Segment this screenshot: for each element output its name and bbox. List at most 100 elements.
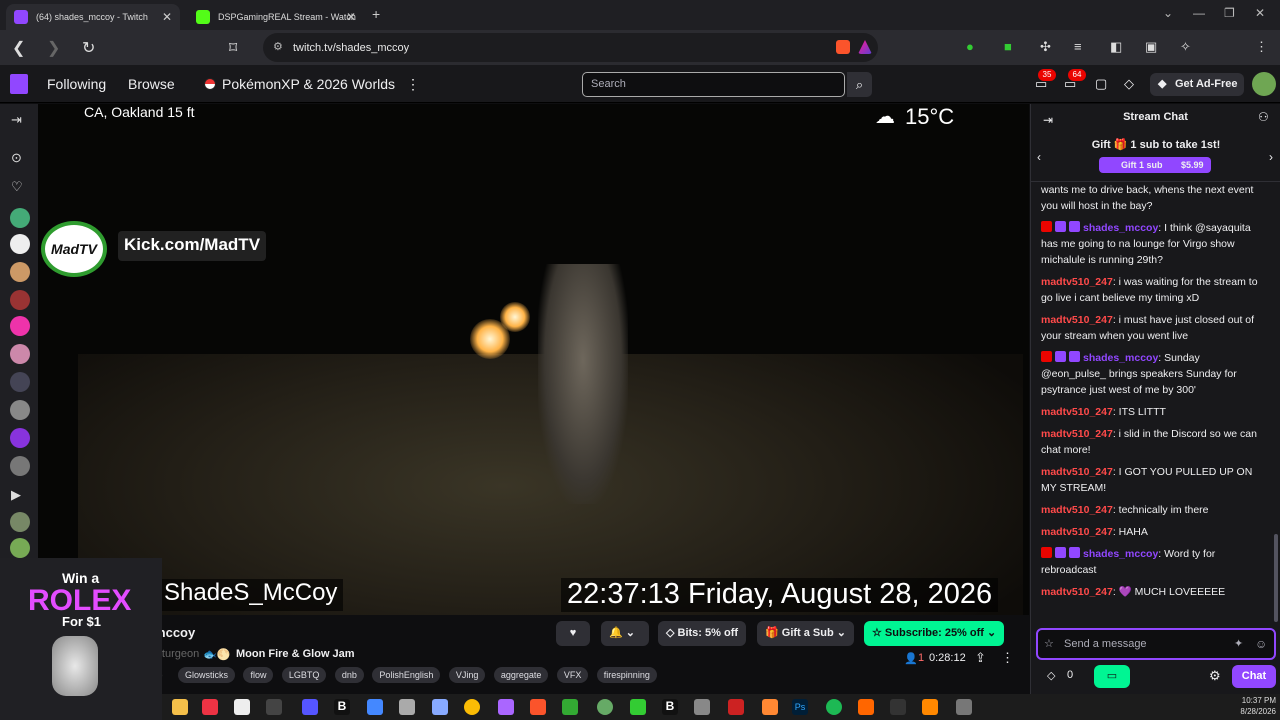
app-icon[interactable] bbox=[562, 699, 578, 715]
notification-bell-button[interactable]: 🔔 ⌄ bbox=[601, 621, 649, 646]
tag[interactable]: dnb bbox=[334, 667, 364, 683]
app-icon[interactable] bbox=[202, 699, 218, 715]
channel-avatar[interactable] bbox=[10, 316, 30, 336]
tag[interactable]: firespinning bbox=[596, 667, 657, 683]
channel-avatar[interactable] bbox=[10, 208, 30, 228]
forward-icon[interactable]: ❯ bbox=[47, 38, 60, 58]
brave-shields-icon[interactable] bbox=[836, 40, 850, 54]
chat-badge-icon[interactable] bbox=[1041, 547, 1052, 558]
file-explorer-icon[interactable] bbox=[172, 699, 188, 715]
chat-badge-icon[interactable] bbox=[1069, 547, 1080, 558]
more-icon[interactable]: ⋮ bbox=[406, 76, 420, 93]
leo-ai-icon[interactable]: ✧ bbox=[1180, 39, 1191, 55]
prev-icon[interactable]: ‹ bbox=[1037, 150, 1041, 164]
tag[interactable]: aggregate bbox=[493, 667, 549, 683]
app-icon[interactable] bbox=[858, 699, 874, 715]
subscribe-button[interactable]: ☆ Subscribe: 25% off ⌄ bbox=[864, 621, 1005, 646]
tab-kick[interactable]: DSPGamingREAL Stream - Watch Live ✕ bbox=[188, 4, 364, 30]
tab-twitch[interactable]: (64) shades_mccoy - Twitch ✕ bbox=[6, 4, 180, 30]
brave-icon[interactable] bbox=[530, 699, 546, 715]
chat-username[interactable]: shades_mccoy bbox=[1083, 222, 1158, 234]
more-options-icon[interactable]: ⋮ bbox=[1001, 650, 1014, 666]
chat-username[interactable]: madtv510_247 bbox=[1041, 526, 1113, 538]
video-player[interactable]: CA, Oakland 15 ft ☁ 15°C MadTV Kick.com/… bbox=[38, 104, 1029, 615]
chat-badge-icon[interactable] bbox=[1055, 351, 1066, 362]
rewards-button[interactable]: ▭ bbox=[1094, 665, 1130, 688]
channel-avatar[interactable] bbox=[10, 290, 30, 310]
send-chat-button[interactable]: Chat bbox=[1232, 665, 1276, 688]
app-icon[interactable] bbox=[367, 699, 383, 715]
badge-selector-icon[interactable]: ☆ bbox=[1044, 630, 1054, 658]
extensions-puzzle-icon[interactable]: ✣ bbox=[1040, 39, 1051, 55]
chat-username[interactable]: shades_mccoy bbox=[1083, 352, 1158, 364]
new-tab-icon[interactable]: + bbox=[372, 6, 380, 22]
search-input[interactable]: Search bbox=[582, 72, 845, 97]
chat-badge-icon[interactable] bbox=[1041, 221, 1052, 232]
app-icon[interactable] bbox=[956, 699, 972, 715]
chat-scrollbar[interactable] bbox=[1274, 534, 1278, 622]
tag[interactable]: VJing bbox=[448, 667, 486, 683]
community-icon[interactable]: ⚇ bbox=[1258, 110, 1269, 124]
nav-promo[interactable]: PokémonXP & 2026 Worlds bbox=[222, 76, 395, 92]
photoshop-icon[interactable]: Ps bbox=[792, 699, 808, 715]
chat-username[interactable]: madtv510_247 bbox=[1041, 504, 1113, 516]
app-icon[interactable] bbox=[630, 699, 646, 715]
chat-username[interactable]: madtv510_247 bbox=[1041, 406, 1113, 418]
channel-avatar[interactable] bbox=[10, 512, 30, 532]
app-icon[interactable] bbox=[922, 699, 938, 715]
app-icon[interactable] bbox=[498, 699, 514, 715]
share-icon[interactable]: ⇪ bbox=[975, 650, 986, 666]
app-icon[interactable] bbox=[399, 699, 415, 715]
tag[interactable]: LGBTQ bbox=[281, 667, 327, 683]
window-close-icon[interactable]: ✕ bbox=[1255, 6, 1265, 20]
brave-rewards-icon[interactable] bbox=[858, 40, 872, 54]
address-bar[interactable]: ⚙ twitch.tv/shades_mccoy bbox=[263, 33, 878, 62]
channel-avatar[interactable] bbox=[10, 538, 30, 558]
expand-sidebar-icon[interactable]: ⇥ bbox=[11, 112, 22, 128]
spotify-icon[interactable] bbox=[826, 699, 842, 715]
tag[interactable]: flow bbox=[243, 667, 274, 683]
chat-username[interactable]: madtv510_247 bbox=[1041, 314, 1113, 326]
follow-heart-button[interactable]: ♥ bbox=[556, 621, 590, 646]
tab-search-icon[interactable]: ⌄ bbox=[1163, 6, 1173, 20]
chat-username[interactable]: madtv510_247 bbox=[1041, 466, 1113, 478]
app-icon[interactable] bbox=[432, 699, 448, 715]
nav-browse[interactable]: Browse bbox=[128, 76, 175, 92]
app-icon[interactable] bbox=[890, 699, 906, 715]
channel-avatar[interactable] bbox=[10, 344, 30, 364]
x-icon[interactable] bbox=[266, 699, 282, 715]
back-icon[interactable]: ❮ bbox=[12, 38, 25, 58]
b-app-icon[interactable]: B bbox=[334, 699, 350, 715]
chat-badge-icon[interactable] bbox=[1069, 351, 1080, 362]
channel-avatar[interactable] bbox=[10, 234, 30, 254]
app-icon[interactable] bbox=[234, 699, 250, 715]
tag[interactable]: VFX bbox=[556, 667, 589, 683]
sidebar-icon[interactable]: ◧ bbox=[1110, 39, 1122, 55]
ai-assist-icon[interactable]: ✦ bbox=[1234, 630, 1243, 658]
menu-icon[interactable]: ⋮ bbox=[1255, 39, 1268, 55]
app-icon[interactable] bbox=[597, 699, 613, 715]
whispers-icon[interactable]: ▢ bbox=[1095, 76, 1107, 92]
chat-badge-icon[interactable] bbox=[1055, 221, 1066, 232]
site-info-icon[interactable]: ⚙ bbox=[273, 40, 283, 53]
user-avatar[interactable] bbox=[1252, 72, 1276, 96]
chat-username[interactable]: madtv510_247 bbox=[1041, 428, 1113, 440]
rolex-ad[interactable]: Win a ROLEX For $1 bbox=[0, 558, 162, 720]
tag[interactable]: PolishEnglish bbox=[372, 667, 441, 683]
gift-sub-button[interactable]: 🎁 Gift a Sub ⌄ bbox=[757, 621, 854, 646]
chat-username[interactable]: madtv510_247 bbox=[1041, 586, 1113, 598]
search-icon[interactable]: ⌕ bbox=[847, 72, 872, 97]
media-queue-icon[interactable]: ≡ bbox=[1074, 39, 1082, 54]
channel-avatar[interactable] bbox=[10, 456, 30, 476]
get-ad-free-button[interactable]: ◆ Get Ad-Free bbox=[1150, 73, 1244, 96]
channel-avatar[interactable] bbox=[10, 428, 30, 448]
chat-input[interactable]: ☆ Send a message ✦ ☺ bbox=[1036, 628, 1276, 660]
bookmark-icon[interactable]: ⌑ bbox=[229, 38, 237, 58]
app-icon[interactable] bbox=[694, 699, 710, 715]
reload-icon[interactable]: ↻ bbox=[82, 38, 95, 58]
app-icon[interactable] bbox=[302, 699, 318, 715]
channel-points-icon[interactable]: ◇ bbox=[1047, 669, 1055, 682]
app-icon[interactable] bbox=[762, 699, 778, 715]
app-icon[interactable] bbox=[728, 699, 744, 715]
channel-avatar[interactable] bbox=[10, 400, 30, 420]
